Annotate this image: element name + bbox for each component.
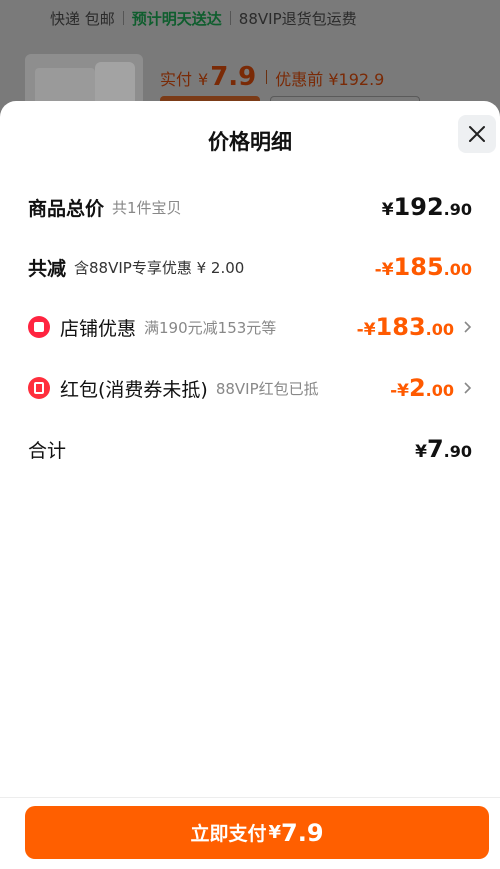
shipping-text: 快递 包邮 xyxy=(50,9,115,28)
total-discount-label: 共减 xyxy=(28,257,67,280)
pay-button-label: 立即支付 xyxy=(190,823,267,845)
row-shop-coupon[interactable]: 店铺优惠 满190元减153元等 -¥ 183.00 xyxy=(28,312,472,342)
shipping-info-row: 快递 包邮 预计明天送达 88VIP退货包运费 xyxy=(0,0,500,36)
divider xyxy=(0,797,500,798)
goods-total-label: 商品总价 xyxy=(28,197,105,220)
red-packet-amount: -¥ 2.00 xyxy=(390,374,454,402)
before-discount-price: 优惠前 ¥192.9 xyxy=(275,70,385,89)
chevron-right-icon xyxy=(464,382,472,394)
total-discount-amount: -¥ 185.00 xyxy=(374,253,472,281)
shop-coupon-detail: 满190元减153元等 xyxy=(144,318,277,337)
goods-total-amount: ¥192.90 xyxy=(381,193,472,221)
vip-discount-note: 含88VIP专享优惠 ¥ 2.00 xyxy=(74,258,245,277)
grand-total-amount: ¥7.90 xyxy=(415,435,472,463)
grand-total-label: 合计 xyxy=(28,439,67,462)
chevron-right-icon xyxy=(464,321,472,333)
return-note: 88VIP退货包运费 xyxy=(238,9,357,28)
price-detail-sheet: 价格明细 商品总价 共1件宝贝 ¥192.90 共减 含88VIP专享优惠 ¥ … xyxy=(0,101,500,869)
pay-button-amount: 7.9 xyxy=(281,818,324,847)
row-grand-total: 合计 ¥7.90 xyxy=(28,434,472,464)
red-packet-icon xyxy=(28,377,50,399)
close-icon xyxy=(469,126,485,142)
shop-coupon-amount: -¥ 183.00 xyxy=(356,313,454,341)
red-packet-label: 红包(消费券未抵) xyxy=(60,378,208,401)
shop-coupon-icon xyxy=(28,316,50,338)
delivery-estimate: 预计明天送达 xyxy=(131,9,222,28)
close-button[interactable] xyxy=(458,115,496,153)
row-red-packet[interactable]: 红包(消费券未抵) 88VIP红包已抵 -¥ 2.00 xyxy=(28,373,472,403)
pay-now-button[interactable]: 立即支付 ¥ 7.9 xyxy=(25,806,489,859)
paid-price: 实付 ¥ 7.9 优惠前 ¥192.9 xyxy=(160,62,385,92)
goods-count: 共1件宝贝 xyxy=(112,198,182,217)
sheet-title: 价格明细 xyxy=(208,130,292,154)
red-packet-detail: 88VIP红包已抵 xyxy=(215,379,319,398)
shop-coupon-label: 店铺优惠 xyxy=(60,317,137,340)
row-goods-total: 商品总价 共1件宝贝 ¥192.90 xyxy=(28,192,472,222)
row-total-discount: 共减 含88VIP专享优惠 ¥ 2.00 -¥ 185.00 xyxy=(28,252,472,282)
